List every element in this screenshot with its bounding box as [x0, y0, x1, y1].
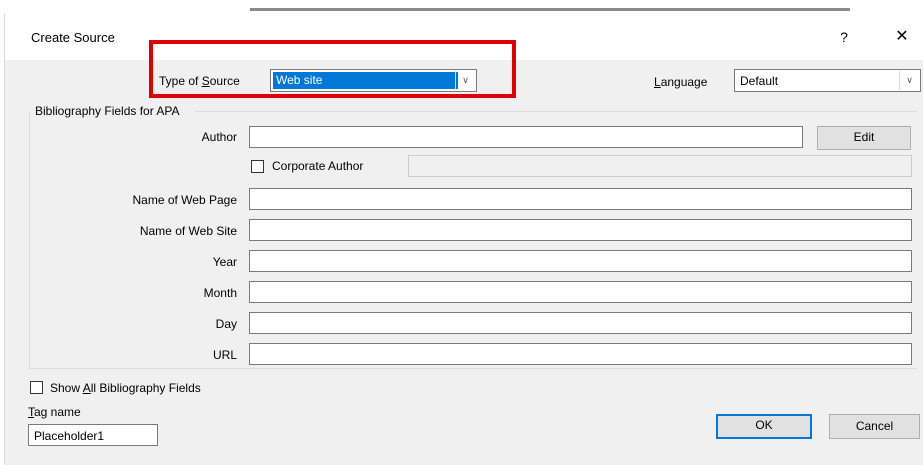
corporate-author-input: [408, 155, 912, 177]
tag-name-input[interactable]: Placeholder1: [28, 424, 158, 446]
name-of-web-site-label: Name of Web Site: [139, 224, 237, 238]
help-button[interactable]: ?: [832, 26, 856, 48]
language-select[interactable]: Default ∨: [734, 69, 921, 92]
highlight-annotation: [149, 40, 516, 98]
group-border-left: [29, 111, 30, 369]
month-label: Month: [203, 286, 237, 300]
close-button[interactable]: ✕: [888, 26, 916, 48]
name-of-web-page-label: Name of Web Page: [132, 193, 237, 207]
year-input[interactable]: [249, 250, 912, 272]
group-title: Bibliography Fields for APA: [35, 104, 180, 118]
corporate-author-label: Corporate Author: [272, 159, 364, 173]
tag-name-label: Tag name: [28, 405, 81, 419]
name-of-web-site-input[interactable]: [249, 219, 912, 241]
show-all-fields-checkbox[interactable]: [30, 381, 43, 394]
dialog-title: Create Source: [31, 30, 115, 45]
chevron-down-icon[interactable]: ∨: [899, 71, 919, 90]
year-label: Year: [212, 255, 237, 269]
name-of-web-page-input[interactable]: [249, 188, 912, 210]
author-label: Author: [201, 130, 237, 144]
show-all-fields-label: Show All Bibliography Fields: [50, 381, 201, 395]
language-value: Default: [740, 74, 779, 88]
background-text-line: [250, 8, 850, 11]
corporate-author-checkbox[interactable]: [251, 160, 264, 173]
background-document: [0, 0, 923, 14]
month-input[interactable]: [249, 281, 912, 303]
day-input[interactable]: [249, 312, 912, 334]
group-divider: [195, 111, 917, 112]
ok-button[interactable]: OK: [716, 414, 812, 439]
url-input[interactable]: [249, 343, 912, 365]
group-border-bottom: [29, 368, 917, 369]
day-label: Day: [215, 317, 237, 331]
language-label: Language: [654, 75, 708, 89]
edit-button[interactable]: Edit: [817, 126, 911, 150]
url-label: URL: [212, 348, 237, 362]
author-input[interactable]: [249, 126, 803, 148]
cancel-button[interactable]: Cancel: [829, 414, 920, 439]
